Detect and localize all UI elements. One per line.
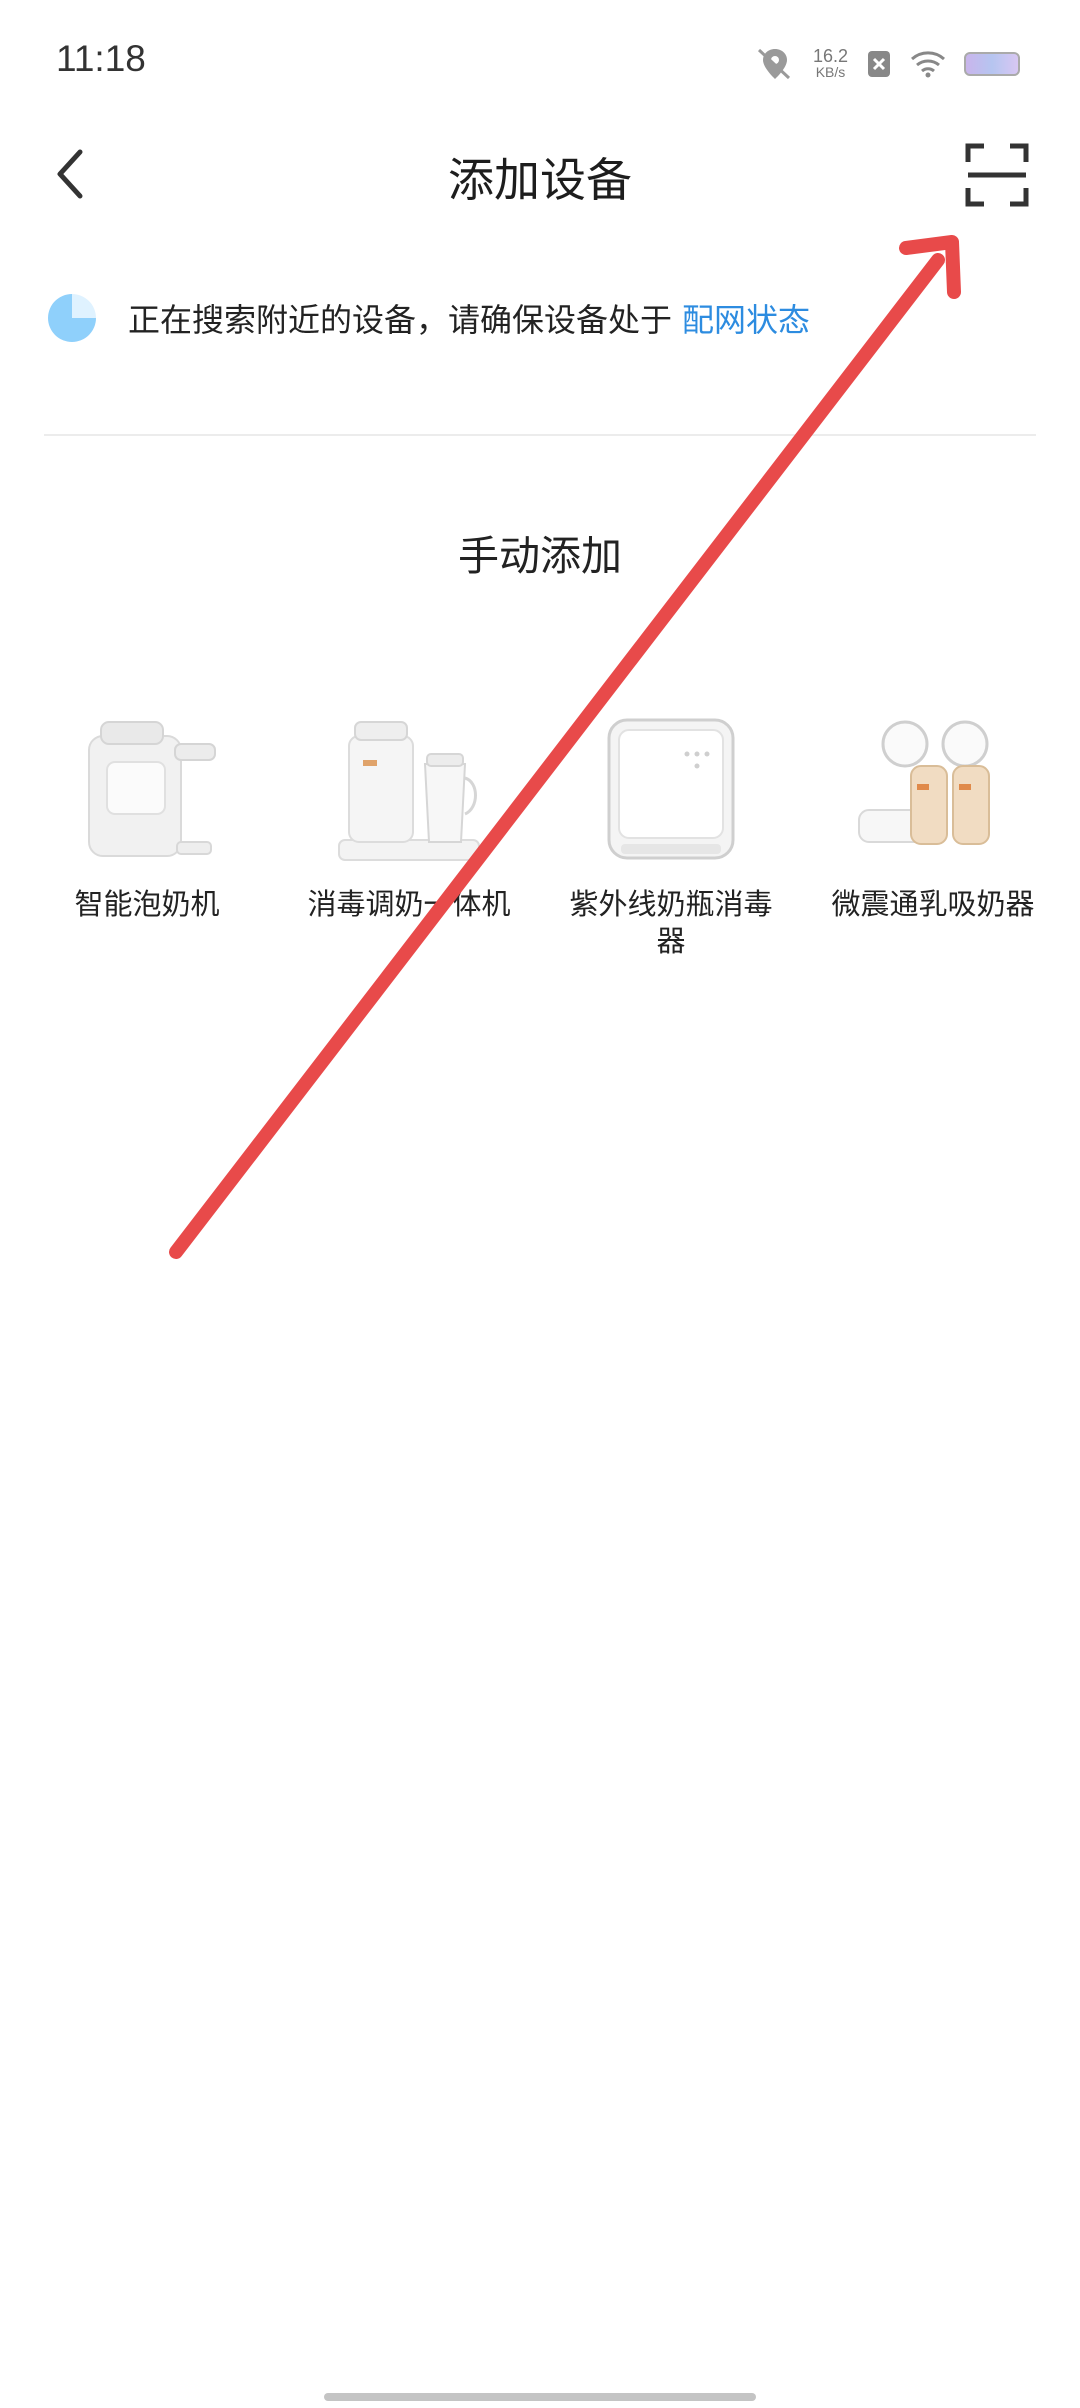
sim-off-icon <box>868 51 890 77</box>
manual-add-title: 手动添加 <box>458 532 622 580</box>
net-speed-unit: KB/s <box>815 64 846 80</box>
status-icons: 16.2 KB/s <box>755 44 1020 84</box>
loading-spinner-icon <box>48 294 96 342</box>
device-list: 智能泡奶机 消毒调奶一体机 紫外线奶瓶消毒器 微震通乳吸奶器 <box>0 714 1080 960</box>
device-name: 紫外线奶瓶消毒器 <box>569 887 773 958</box>
device-name: 消毒调奶一体机 <box>307 887 511 921</box>
net-speed: 16.2 KB/s <box>812 46 848 80</box>
page-title: 添加设备 <box>448 153 632 207</box>
header: 添加设备 <box>0 120 1080 230</box>
status-time: 11:18 <box>56 38 146 79</box>
annotation-arrow <box>169 235 961 1259</box>
divider <box>44 434 1036 436</box>
sterilizer-kettle-icon <box>338 721 480 861</box>
location-off-icon <box>757 48 790 80</box>
scan-icon[interactable] <box>964 142 1030 208</box>
wifi-icon <box>911 51 945 78</box>
device-name: 微震通乳吸奶器 <box>831 887 1035 921</box>
device-item-breast-pump[interactable]: 微震通乳吸奶器 <box>802 714 1064 960</box>
search-status-text: 正在搜索附近的设备，请确保设备处于 <box>128 301 673 339</box>
battery-icon <box>964 52 1020 76</box>
device-item-uv-sterilizer[interactable]: 紫外线奶瓶消毒器 <box>540 714 802 960</box>
formula-machine-icon <box>88 721 216 857</box>
network-config-link[interactable]: 配网状态 <box>682 295 810 341</box>
breast-pump-icon <box>858 720 990 845</box>
home-indicator[interactable] <box>324 2393 756 2401</box>
status-bar: 11:18 16.2 KB/s <box>0 0 1080 120</box>
uv-sterilizer-icon <box>607 718 735 860</box>
device-search-status: 正在搜索附近的设备，请确保设备处于 配网状态 <box>48 285 1048 351</box>
net-speed-value: 16.2 <box>812 46 848 66</box>
device-item-formula-machine[interactable]: 智能泡奶机 <box>16 714 278 960</box>
device-item-sterilizer-kettle[interactable]: 消毒调奶一体机 <box>278 714 540 960</box>
device-name: 智能泡奶机 <box>74 887 220 921</box>
